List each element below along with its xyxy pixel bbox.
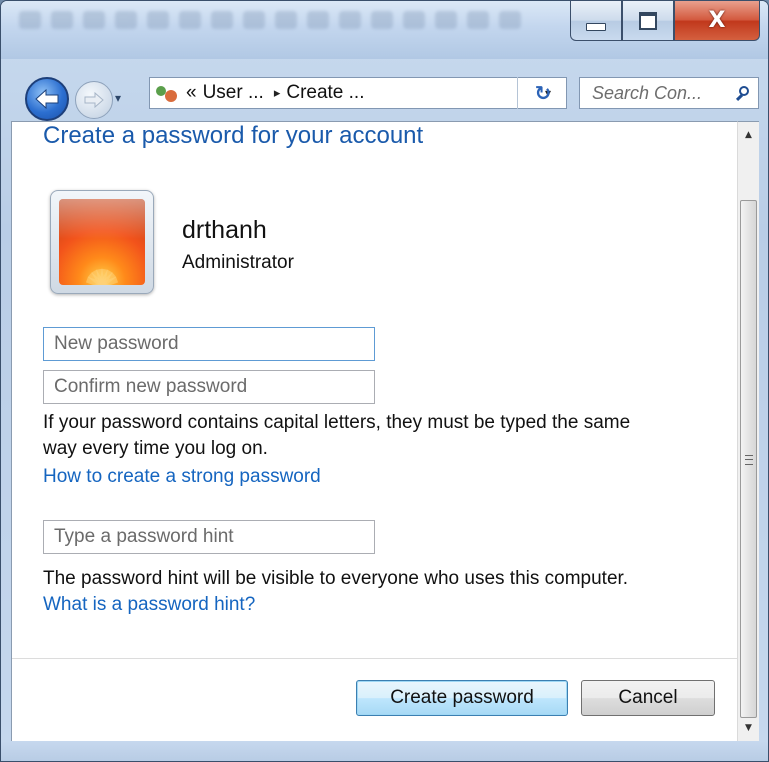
user-role: Administrator: [182, 252, 294, 273]
search-icon[interactable]: [736, 86, 750, 100]
password-hint-help-link[interactable]: What is a password hint?: [43, 594, 255, 616]
maximize-button[interactable]: [622, 1, 674, 41]
window-bottom-frame: [1, 741, 768, 761]
breadcrumb-create-password[interactable]: Create ...: [286, 82, 364, 104]
title-bar[interactable]: X: [1, 1, 768, 59]
breadcrumb-separator-icon[interactable]: ▸: [274, 86, 281, 101]
blurred-background-strip: [19, 11, 559, 37]
back-arrow-icon: [35, 88, 59, 110]
page-title: Create a password for your account: [43, 122, 424, 149]
user-name: drthanh: [182, 216, 267, 244]
control-panel-window: X ▾ « User ... ▸ Create ... ▾ ↻ Search C…: [0, 0, 769, 762]
strong-password-link[interactable]: How to create a strong password: [43, 466, 321, 488]
recent-pages-dropdown[interactable]: ▾: [115, 91, 121, 105]
user-accounts-icon: [154, 82, 180, 104]
minimize-icon: [586, 22, 606, 31]
grip-icon: [745, 455, 753, 465]
confirm-password-field[interactable]: [43, 370, 375, 404]
password-hint-field[interactable]: [43, 520, 375, 554]
close-icon: X: [708, 8, 726, 33]
scroll-up-icon[interactable]: ▲: [738, 124, 759, 146]
create-password-button[interactable]: Create password: [356, 680, 568, 716]
flower-picture-icon: [59, 199, 145, 285]
search-box[interactable]: [579, 77, 759, 109]
scroll-down-icon[interactable]: ▼: [738, 717, 759, 739]
refresh-icon: ↻: [534, 81, 552, 105]
back-button[interactable]: [25, 77, 69, 121]
vertical-scrollbar[interactable]: ▲ ▼: [737, 121, 759, 741]
cancel-button[interactable]: Cancel: [581, 680, 715, 716]
refresh-button[interactable]: ↻: [517, 77, 568, 109]
minimize-button[interactable]: [570, 1, 622, 41]
maximize-icon: [639, 11, 657, 30]
window-controls: X: [570, 1, 760, 41]
scrollbar-thumb[interactable]: [740, 200, 757, 718]
address-bar[interactable]: « User ... ▸ Create ... ▾: [149, 77, 567, 109]
breadcrumb-overflow[interactable]: «: [186, 82, 197, 104]
capital-letters-note-line2: way every time you log on.: [43, 438, 268, 459]
forward-button[interactable]: [75, 81, 113, 119]
navigation-bar: ▾ « User ... ▸ Create ... ▾ ↻: [1, 59, 768, 121]
content-pane: Create a password for your account drtha…: [11, 121, 738, 742]
capital-letters-note-line1: If your password contains capital letter…: [43, 412, 631, 433]
close-button[interactable]: X: [674, 1, 760, 41]
new-password-field[interactable]: [43, 327, 375, 361]
breadcrumb-user-accounts[interactable]: User ...: [203, 82, 264, 104]
footer-divider: [12, 658, 738, 659]
forward-arrow-icon: [84, 91, 104, 109]
user-avatar: [50, 190, 154, 294]
search-input[interactable]: [590, 81, 724, 105]
hint-visibility-note: The password hint will be visible to eve…: [43, 568, 629, 589]
